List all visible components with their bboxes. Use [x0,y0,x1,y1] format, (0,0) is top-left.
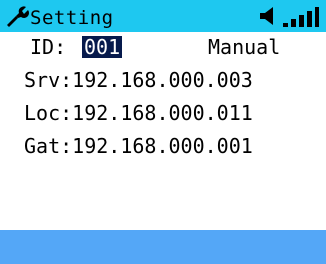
id-row: ID: 001 Manual [0,34,326,60]
server-ip-row[interactable]: Srv:192.168.000.003 [24,67,253,93]
wrench-icon [7,6,30,27]
volume-icon [260,7,273,25]
screen-title: Setting [30,7,114,29]
id-label: ID: [30,35,67,59]
local-ip-row[interactable]: Loc:192.168.000.011 [24,100,253,126]
mode-value[interactable]: Manual [208,34,280,60]
title-bar: Setting [0,0,326,32]
softkey-bar [0,230,326,264]
gateway-ip-row[interactable]: Gat:192.168.000.001 [24,133,253,159]
id-value-field[interactable]: 001 [82,36,123,58]
signal-icon [283,7,319,27]
